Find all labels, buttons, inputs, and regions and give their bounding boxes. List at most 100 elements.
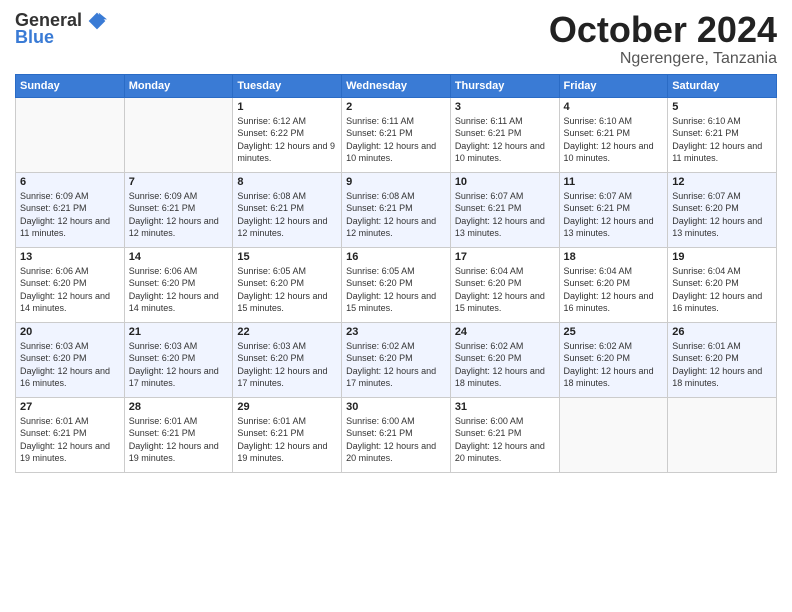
day-number: 24 bbox=[455, 326, 555, 338]
cell-w4-d3: 22 Sunrise: 6:03 AMSunset: 6:20 PMDayligh… bbox=[233, 322, 342, 397]
day-info: Sunrise: 6:03 AMSunset: 6:20 PMDaylight:… bbox=[237, 341, 327, 389]
day-number: 31 bbox=[455, 401, 555, 413]
cell-w1-d6: 4Sunrise: 6:10 AMSunset: 6:21 PMDaylight… bbox=[559, 97, 668, 172]
day-number: 27 bbox=[20, 401, 120, 413]
day-info: Sunrise: 6:00 AMSunset: 6:21 PMDaylight:… bbox=[346, 416, 436, 464]
day-info: Sunrise: 6:07 AMSunset: 6:21 PMDaylight:… bbox=[455, 191, 545, 239]
title-section: October 2024 Ngerengere, Tanzania bbox=[549, 10, 777, 68]
day-info: Sunrise: 6:04 AMSunset: 6:20 PMDaylight:… bbox=[455, 266, 545, 314]
day-number: 30 bbox=[346, 401, 446, 413]
week-row-5: 27 Sunrise: 6:01 AMSunset: 6:21 PMDayligh… bbox=[16, 397, 777, 472]
cell-w1-d1 bbox=[16, 97, 125, 172]
cell-w2-d2: 7 Sunrise: 6:09 AMSunset: 6:21 PMDaylight… bbox=[124, 172, 233, 247]
day-number: 29 bbox=[237, 401, 337, 413]
col-friday: Friday bbox=[559, 74, 668, 97]
cell-w5-d3: 29 Sunrise: 6:01 AMSunset: 6:21 PMDayligh… bbox=[233, 397, 342, 472]
day-number: 26 bbox=[672, 326, 772, 338]
location: Ngerengere, Tanzania bbox=[549, 50, 777, 68]
week-row-3: 13 Sunrise: 6:06 AMSunset: 6:20 PMDayligh… bbox=[16, 247, 777, 322]
day-number: 12 bbox=[672, 176, 772, 188]
day-info: Sunrise: 6:11 AMSunset: 6:21 PMDaylight:… bbox=[455, 116, 545, 164]
day-info: Sunrise: 6:10 AMSunset: 6:21 PMDaylight:… bbox=[672, 116, 762, 164]
day-number: 22 bbox=[237, 326, 337, 338]
week-row-1: 1Sunrise: 6:12 AMSunset: 6:22 PMDaylight… bbox=[16, 97, 777, 172]
cell-w2-d4: 9Sunrise: 6:08 AMSunset: 6:21 PMDaylight… bbox=[342, 172, 451, 247]
cell-w4-d2: 21Sunrise: 6:03 AMSunset: 6:20 PMDayligh… bbox=[124, 322, 233, 397]
cell-w4-d1: 20 Sunrise: 6:03 AMSunset: 6:20 PMDayligh… bbox=[16, 322, 125, 397]
cell-w4-d5: 24 Sunrise: 6:02 AMSunset: 6:20 PMDayligh… bbox=[450, 322, 559, 397]
day-number: 28 bbox=[129, 401, 229, 413]
day-number: 19 bbox=[672, 251, 772, 263]
cell-w1-d5: 3 Sunrise: 6:11 AMSunset: 6:21 PMDaylight… bbox=[450, 97, 559, 172]
cell-w4-d4: 23Sunrise: 6:02 AMSunset: 6:20 PMDayligh… bbox=[342, 322, 451, 397]
cell-w1-d4: 2Sunrise: 6:11 AMSunset: 6:21 PMDaylight… bbox=[342, 97, 451, 172]
cell-w5-d6 bbox=[559, 397, 668, 472]
day-info: Sunrise: 6:02 AMSunset: 6:20 PMDaylight:… bbox=[564, 341, 654, 389]
day-info: Sunrise: 6:05 AMSunset: 6:20 PMDaylight:… bbox=[346, 266, 436, 314]
cell-w5-d5: 31 Sunrise: 6:00 AMSunset: 6:21 PMDayligh… bbox=[450, 397, 559, 472]
day-info: Sunrise: 6:06 AMSunset: 6:20 PMDaylight:… bbox=[129, 266, 219, 314]
day-number: 8 bbox=[237, 176, 337, 188]
cell-w2-d7: 12 Sunrise: 6:07 AMSunset: 6:20 PMDayligh… bbox=[668, 172, 777, 247]
month-title: October 2024 bbox=[549, 10, 777, 50]
day-number: 25 bbox=[564, 326, 664, 338]
day-number: 15 bbox=[237, 251, 337, 263]
week-row-2: 6Sunrise: 6:09 AMSunset: 6:21 PMDaylight… bbox=[16, 172, 777, 247]
col-monday: Monday bbox=[124, 74, 233, 97]
week-row-4: 20 Sunrise: 6:03 AMSunset: 6:20 PMDayligh… bbox=[16, 322, 777, 397]
day-number: 13 bbox=[20, 251, 120, 263]
day-info: Sunrise: 6:01 AMSunset: 6:21 PMDaylight:… bbox=[237, 416, 327, 464]
logo-icon bbox=[87, 11, 107, 31]
header-row: Sunday Monday Tuesday Wednesday Thursday… bbox=[16, 74, 777, 97]
day-info: Sunrise: 6:04 AMSunset: 6:20 PMDaylight:… bbox=[672, 266, 762, 314]
calendar-table: Sunday Monday Tuesday Wednesday Thursday… bbox=[15, 74, 777, 473]
cell-w2-d6: 11Sunrise: 6:07 AMSunset: 6:21 PMDayligh… bbox=[559, 172, 668, 247]
col-wednesday: Wednesday bbox=[342, 74, 451, 97]
day-info: Sunrise: 6:12 AMSunset: 6:22 PMDaylight:… bbox=[237, 116, 335, 164]
col-saturday: Saturday bbox=[668, 74, 777, 97]
cell-w5-d2: 28 Sunrise: 6:01 AMSunset: 6:21 PMDayligh… bbox=[124, 397, 233, 472]
col-thursday: Thursday bbox=[450, 74, 559, 97]
cell-w5-d1: 27Sunrise: 6:01 AMSunset: 6:21 PMDayligh… bbox=[16, 397, 125, 472]
col-sunday: Sunday bbox=[16, 74, 125, 97]
day-info: Sunrise: 6:04 AMSunset: 6:20 PMDaylight:… bbox=[564, 266, 654, 314]
cell-w2-d1: 6Sunrise: 6:09 AMSunset: 6:21 PMDaylight… bbox=[16, 172, 125, 247]
cell-w1-d3: 1Sunrise: 6:12 AMSunset: 6:22 PMDaylight… bbox=[233, 97, 342, 172]
day-number: 5 bbox=[672, 101, 772, 113]
cell-w2-d5: 10 Sunrise: 6:07 AMSunset: 6:21 PMDayligh… bbox=[450, 172, 559, 247]
day-number: 14 bbox=[129, 251, 229, 263]
cell-w1-d7: 5 Sunrise: 6:10 AMSunset: 6:21 PMDaylight… bbox=[668, 97, 777, 172]
cell-w3-d3: 15 Sunrise: 6:05 AMSunset: 6:20 PMDayligh… bbox=[233, 247, 342, 322]
day-number: 18 bbox=[564, 251, 664, 263]
cell-w1-d2 bbox=[124, 97, 233, 172]
cell-w5-d7 bbox=[668, 397, 777, 472]
day-number: 9 bbox=[346, 176, 446, 188]
logo-blue: Blue bbox=[15, 27, 54, 48]
day-info: Sunrise: 6:03 AMSunset: 6:20 PMDaylight:… bbox=[20, 341, 110, 389]
day-info: Sunrise: 6:09 AMSunset: 6:21 PMDaylight:… bbox=[129, 191, 219, 239]
calendar-page: General Blue October 2024 Ngerengere, Ta… bbox=[0, 0, 792, 612]
day-number: 10 bbox=[455, 176, 555, 188]
day-number: 16 bbox=[346, 251, 446, 263]
day-number: 7 bbox=[129, 176, 229, 188]
cell-w3-d6: 18 Sunrise: 6:04 AMSunset: 6:20 PMDayligh… bbox=[559, 247, 668, 322]
day-info: Sunrise: 6:11 AMSunset: 6:21 PMDaylight:… bbox=[346, 116, 436, 164]
day-info: Sunrise: 6:00 AMSunset: 6:21 PMDaylight:… bbox=[455, 416, 545, 464]
cell-w2-d3: 8Sunrise: 6:08 AMSunset: 6:21 PMDaylight… bbox=[233, 172, 342, 247]
day-info: Sunrise: 6:02 AMSunset: 6:20 PMDaylight:… bbox=[455, 341, 545, 389]
cell-w3-d5: 17 Sunrise: 6:04 AMSunset: 6:20 PMDayligh… bbox=[450, 247, 559, 322]
logo: General Blue bbox=[15, 10, 107, 48]
day-info: Sunrise: 6:01 AMSunset: 6:20 PMDaylight:… bbox=[672, 341, 762, 389]
day-number: 3 bbox=[455, 101, 555, 113]
day-info: Sunrise: 6:07 AMSunset: 6:20 PMDaylight:… bbox=[672, 191, 762, 239]
day-info: Sunrise: 6:05 AMSunset: 6:20 PMDaylight:… bbox=[237, 266, 327, 314]
cell-w3-d7: 19 Sunrise: 6:04 AMSunset: 6:20 PMDayligh… bbox=[668, 247, 777, 322]
day-info: Sunrise: 6:01 AMSunset: 6:21 PMDaylight:… bbox=[129, 416, 219, 464]
cell-w3-d2: 14 Sunrise: 6:06 AMSunset: 6:20 PMDayligh… bbox=[124, 247, 233, 322]
day-info: Sunrise: 6:06 AMSunset: 6:20 PMDaylight:… bbox=[20, 266, 110, 314]
cell-w3-d1: 13 Sunrise: 6:06 AMSunset: 6:20 PMDayligh… bbox=[16, 247, 125, 322]
day-info: Sunrise: 6:10 AMSunset: 6:21 PMDaylight:… bbox=[564, 116, 654, 164]
day-number: 17 bbox=[455, 251, 555, 263]
day-number: 20 bbox=[20, 326, 120, 338]
day-info: Sunrise: 6:09 AMSunset: 6:21 PMDaylight:… bbox=[20, 191, 110, 239]
